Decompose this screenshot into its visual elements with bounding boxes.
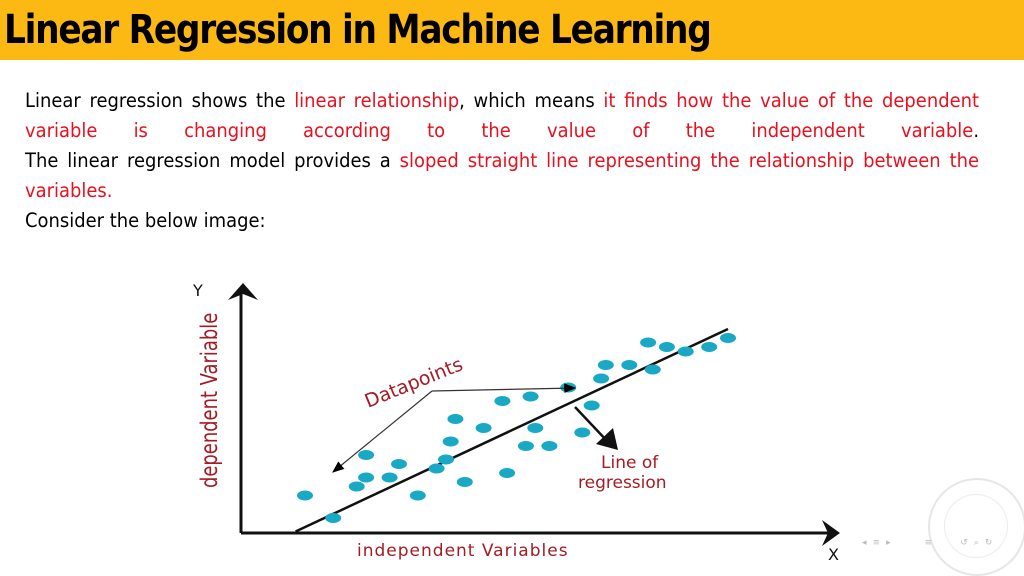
x-axis-label: independent Variables [357, 541, 569, 561]
datapoint [325, 513, 342, 523]
datapoints-arrow-right [431, 383, 577, 394]
regression-label-line2: regression [578, 473, 667, 493]
datapoint [409, 490, 426, 501]
datapoint [438, 454, 454, 465]
datapoint [644, 364, 661, 375]
datapoint [494, 396, 511, 406]
datapoint [527, 423, 544, 433]
datapoint [475, 423, 492, 433]
datapoint [701, 342, 718, 352]
datapoint [621, 360, 638, 370]
institution-seal-watermark [928, 478, 1024, 576]
datapoint [381, 472, 398, 483]
datapoint [677, 346, 694, 357]
datapoint [597, 360, 614, 370]
datapoints-label: Datapoints [362, 353, 466, 412]
x-axis-letter: X [828, 545, 839, 564]
section-icon[interactable]: ≡ [873, 538, 881, 548]
datapoint [658, 342, 675, 352]
back-icon[interactable]: ↺ [960, 538, 968, 548]
datapoint [297, 490, 313, 501]
datapoint [456, 477, 473, 487]
datapoint [720, 333, 736, 343]
regression-diagram: Y X dependent Variable independent Varia… [192, 281, 840, 564]
datapoint [391, 459, 407, 469]
prev-slide-icon[interactable]: ◂ [862, 538, 867, 548]
datapoint [348, 481, 365, 492]
datapoint [574, 427, 591, 438]
search-icon[interactable]: ⌕ [974, 538, 979, 548]
outline-icon[interactable]: ≡ [925, 538, 933, 548]
y-axis-label: dependent Variable [196, 313, 223, 488]
forward-icon[interactable]: ↻ [985, 538, 993, 548]
regression-line [295, 327, 729, 533]
datapoint [358, 450, 375, 460]
datapoint [640, 337, 657, 348]
datapoint [593, 373, 610, 384]
datapoint [583, 400, 600, 411]
regression-label-line1: Line of [601, 453, 659, 473]
datapoint [358, 472, 375, 483]
datapoint [499, 468, 516, 478]
slide-navigation: ◂ ≡ ▸ ≡ ↺ ⌕ ↻ [862, 538, 992, 548]
y-axis-letter: Y [192, 281, 203, 300]
y-axis-arrowhead [228, 283, 258, 300]
datapoint [541, 441, 558, 451]
datapoint [447, 414, 464, 424]
next-slide-icon[interactable]: ▸ [886, 538, 891, 548]
datapoint [442, 436, 459, 447]
datapoint [428, 463, 445, 474]
datapoint [522, 391, 539, 402]
datapoint [517, 441, 534, 451]
